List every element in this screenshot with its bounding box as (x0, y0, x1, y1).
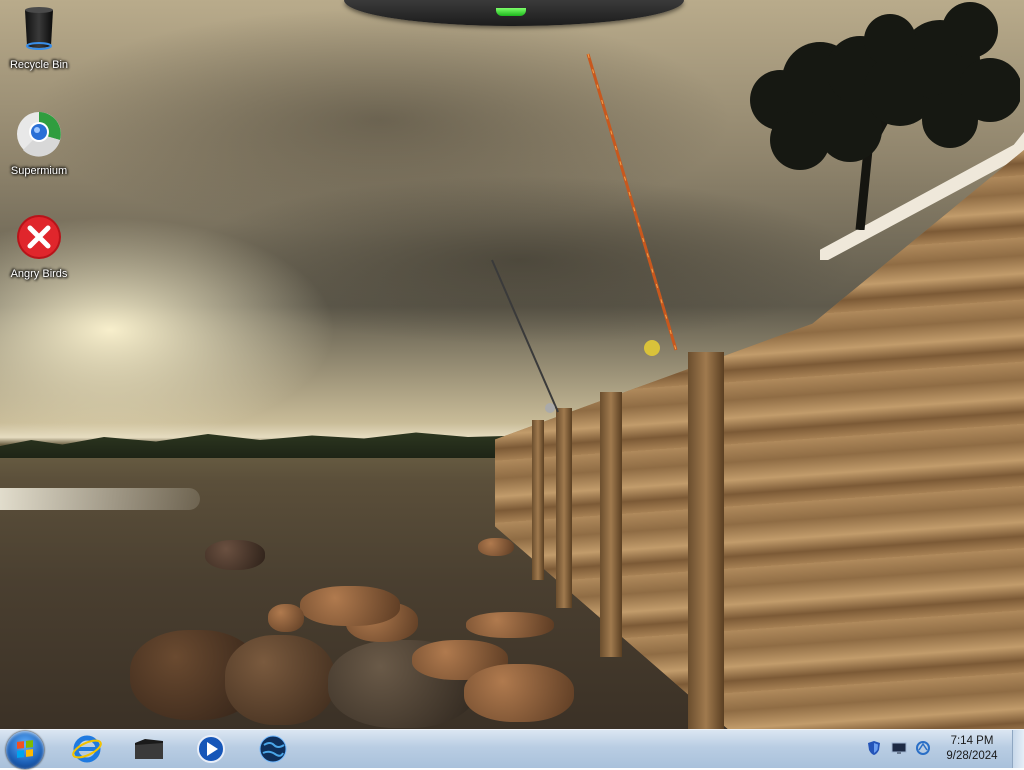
tidal-water (0, 488, 200, 510)
taskbar-item-internet-explorer[interactable] (70, 733, 104, 765)
dark-folder-icon (135, 739, 163, 759)
gadget-indicator-light (496, 8, 526, 16)
taskbar-item-media-player[interactable] (194, 733, 228, 765)
desktop-wallpaper (0, 0, 1024, 729)
desktop-icon-label: Angry Birds (10, 268, 68, 280)
recycle-bin-icon (25, 7, 53, 50)
tray-monitor[interactable] (891, 740, 907, 756)
fence-post (600, 392, 622, 657)
internet-explorer-icon (72, 735, 102, 763)
tray-network[interactable] (915, 740, 931, 756)
monitor-icon (891, 742, 907, 754)
clock-date: 9/28/2024 (946, 750, 998, 762)
desktop-icon-supermium[interactable]: Supermium (0, 110, 79, 177)
rock (225, 635, 335, 725)
fence-post (532, 420, 544, 580)
rock (268, 604, 304, 632)
angry-birds-error-icon (17, 215, 61, 259)
taskbar-clock[interactable]: 7:14 PM 9/28/2024 (938, 734, 1006, 764)
supermium-browser-icon (17, 112, 61, 157)
show-desktop-button[interactable] (1012, 730, 1024, 768)
distant-treeline (0, 432, 520, 458)
rock (205, 540, 265, 570)
desktop-icon-label: Supermium (10, 165, 68, 177)
tray-shield[interactable] (866, 740, 882, 756)
rock (300, 586, 400, 626)
start-button[interactable] (6, 731, 44, 769)
clock-time: 7:14 PM (950, 735, 994, 747)
rock (464, 664, 574, 722)
taskbar: 7:14 PM 9/28/2024 (0, 729, 1024, 769)
media-player-icon (197, 735, 225, 763)
taskbar-item-folder[interactable] (132, 733, 166, 765)
fence-post (556, 408, 572, 608)
windows-logo-icon (17, 740, 33, 758)
rock (466, 612, 554, 638)
globe-icon (259, 735, 287, 763)
rock (478, 538, 514, 556)
fishing-rods (491, 53, 678, 413)
desktop-icon-recycle-bin[interactable]: Recycle Bin (0, 4, 79, 71)
desktop-icon-angry-birds[interactable]: Angry Birds (0, 213, 79, 280)
taskbar-item-globe-browser[interactable] (256, 733, 290, 765)
silhouette-tree (750, 2, 1020, 230)
desktop-icon-label: Recycle Bin (9, 59, 69, 71)
network-icon (916, 741, 930, 755)
shield-icon (868, 741, 880, 755)
